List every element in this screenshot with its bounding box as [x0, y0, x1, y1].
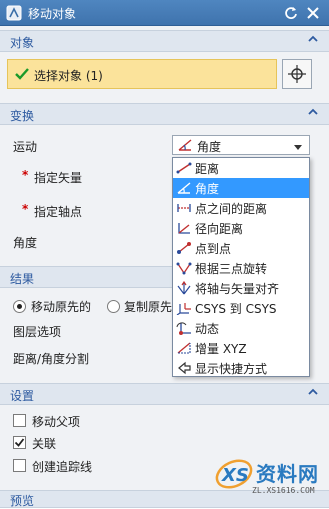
chevron-up-icon[interactable]	[307, 106, 319, 122]
select-target-button[interactable]	[282, 59, 312, 89]
point-to-point-icon	[176, 241, 192, 255]
csys-icon	[176, 301, 192, 316]
section-header-object[interactable]: 对象	[0, 30, 329, 52]
associative-label: 关联	[32, 437, 57, 451]
section-header-result[interactable]: 结果	[0, 266, 172, 288]
title-bar: 移动对象	[0, 0, 329, 26]
section-title: 结果	[10, 272, 35, 286]
checkmark-icon	[14, 66, 30, 85]
watermark-logo-text: XS	[221, 465, 249, 486]
close-icon[interactable]	[304, 4, 322, 22]
radial-distance-icon	[176, 221, 192, 235]
menu-item-distance[interactable]: 距离	[173, 158, 309, 178]
delta-xyz-icon	[176, 341, 192, 355]
three-point-rotate-icon	[176, 261, 192, 275]
crosshair-icon	[287, 64, 307, 87]
menu-item-delta-xyz[interactable]: 增量 XYZ	[173, 338, 309, 358]
menu-item-angle[interactable]: 角度	[173, 178, 309, 198]
menu-item-show-shortcut[interactable]: 显示快捷方式	[173, 358, 309, 378]
move-parent-checkbox[interactable]	[13, 414, 26, 427]
reset-icon[interactable]	[283, 5, 299, 21]
move-original-label: 移动原先的	[31, 300, 92, 314]
create-trace-label: 创建追踪线	[32, 460, 93, 474]
radio-dot	[17, 304, 22, 309]
specify-axis-point-label: 指定轴点	[34, 205, 83, 219]
chevron-down-icon	[293, 141, 303, 155]
window-title: 移动对象	[28, 7, 77, 21]
menu-item-point-distance[interactable]: 点之间的距离	[173, 198, 309, 218]
checkmark-icon	[14, 438, 25, 447]
menu-item-dynamic[interactable]: 动态	[173, 318, 309, 338]
select-object-field[interactable]: 选择对象 (1)	[7, 59, 277, 89]
menu-item-radial-distance[interactable]: 径向距离	[173, 218, 309, 238]
dynamic-icon	[176, 321, 192, 335]
section-header-settings[interactable]: 设置	[0, 383, 329, 405]
watermark-brand: 资料网	[256, 462, 319, 486]
move-parent-label: 移动父项	[32, 415, 81, 429]
menu-item-three-point-rotate[interactable]: 根据三点旋转	[173, 258, 309, 278]
motion-select[interactable]: 角度	[172, 135, 310, 155]
watermark-logo: XS	[214, 454, 254, 494]
section-title: 预览	[10, 494, 35, 508]
select-object-label: 选择对象 (1)	[34, 69, 103, 83]
watermark-url: ZL.XS1616.COM	[252, 486, 315, 495]
motion-select-value: 角度	[197, 140, 222, 154]
specify-vector-label: 指定矢量	[34, 171, 83, 185]
copy-original-radio[interactable]	[107, 300, 120, 313]
create-trace-checkbox[interactable]	[13, 459, 26, 472]
chevron-up-icon[interactable]	[307, 386, 319, 402]
section-header-transform[interactable]: 变换	[0, 103, 329, 125]
section-title: 对象	[10, 36, 35, 50]
point-distance-icon	[176, 201, 192, 215]
distance-angle-split-label: 距离/角度分割	[13, 352, 90, 366]
align-axis-icon	[176, 280, 192, 295]
chevron-up-icon[interactable]	[307, 33, 319, 49]
required-marker: *	[22, 168, 29, 182]
angle-icon	[177, 138, 193, 155]
menu-item-csys-to-csys[interactable]: CSYS 到 CSYS	[173, 298, 309, 318]
motion-dropdown-menu: 距离 角度 点之间的距离 径向距离 点到点 根据三点旋转 将轴与矢量对齐 CSY…	[172, 157, 310, 377]
section-title: 设置	[10, 389, 35, 403]
angle-icon	[176, 181, 192, 195]
menu-item-align-axis[interactable]: 将轴与矢量对齐	[173, 278, 309, 298]
angle-label: 角度	[13, 236, 38, 250]
menu-item-point-to-point[interactable]: 点到点	[173, 238, 309, 258]
associative-checkbox[interactable]	[13, 436, 26, 449]
move-original-radio[interactable]	[13, 300, 26, 313]
section-title: 变换	[10, 109, 35, 123]
app-icon	[6, 5, 22, 21]
distance-icon	[176, 161, 192, 175]
copy-original-label: 复制原先	[124, 300, 173, 314]
required-marker: *	[22, 202, 29, 216]
motion-label: 运动	[13, 140, 38, 154]
shortcut-icon	[176, 361, 192, 375]
layer-option-label: 图层选项	[13, 325, 62, 339]
watermark: XS 资料网 ZL.XS1616.COM	[214, 452, 329, 504]
